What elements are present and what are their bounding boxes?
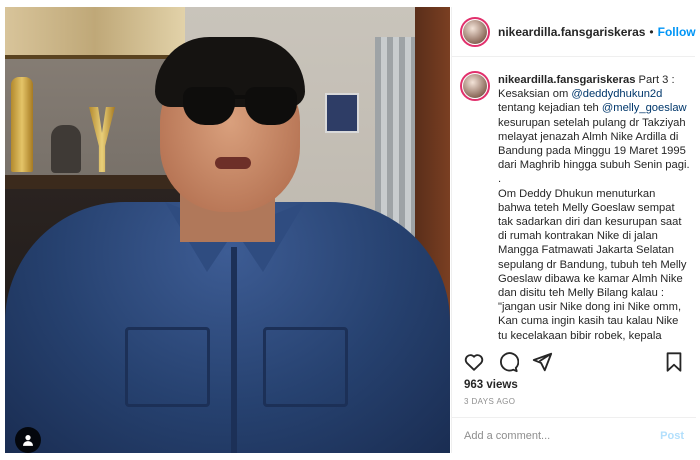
caption-line3: tentang kejadian teh bbox=[498, 102, 602, 115]
action-bar bbox=[452, 347, 696, 377]
bookmark-icon[interactable] bbox=[662, 350, 686, 374]
comment-input[interactable] bbox=[464, 429, 661, 442]
video-speaker bbox=[5, 7, 450, 453]
share-icon[interactable] bbox=[530, 350, 554, 374]
caption-line1: Part 3 : bbox=[635, 74, 675, 86]
avatar[interactable] bbox=[460, 16, 490, 47]
caption-body: kesurupan setelah pulang dr Takziyah mel… bbox=[498, 116, 690, 342]
post-details-panel: nikeardilla.fansgariskeras • Follow nike… bbox=[451, 7, 696, 453]
header-username[interactable]: nikeardilla.fansgariskeras bbox=[498, 25, 645, 39]
caption-area: nikeardilla.fansgariskeras Part 3 : Kesa… bbox=[452, 65, 696, 343]
header-separator: • bbox=[649, 24, 654, 39]
user-tag-icon[interactable] bbox=[15, 427, 41, 453]
comment-bar: Post bbox=[452, 417, 696, 453]
heart-icon[interactable] bbox=[462, 350, 486, 374]
mention-link-2[interactable]: @melly_goeslaw bbox=[602, 102, 687, 114]
post-timestamp[interactable]: 3 DAYS AGO bbox=[464, 397, 515, 406]
post-video[interactable] bbox=[5, 7, 450, 453]
caption-line2: Kesaksian om bbox=[498, 88, 572, 101]
caption-text: nikeardilla.fansgariskeras Part 3 : Kesa… bbox=[498, 73, 690, 343]
follow-button[interactable]: Follow bbox=[658, 25, 696, 39]
post-comment-button[interactable]: Post bbox=[660, 430, 684, 442]
view-count[interactable]: 963 views bbox=[464, 379, 518, 391]
caption-avatar[interactable] bbox=[460, 71, 490, 101]
post-header: nikeardilla.fansgariskeras • Follow bbox=[452, 7, 696, 57]
mention-link-1[interactable]: @deddydhukun2d bbox=[571, 88, 662, 100]
caption-username[interactable]: nikeardilla.fansgariskeras bbox=[498, 74, 635, 86]
comment-icon[interactable] bbox=[496, 350, 520, 374]
